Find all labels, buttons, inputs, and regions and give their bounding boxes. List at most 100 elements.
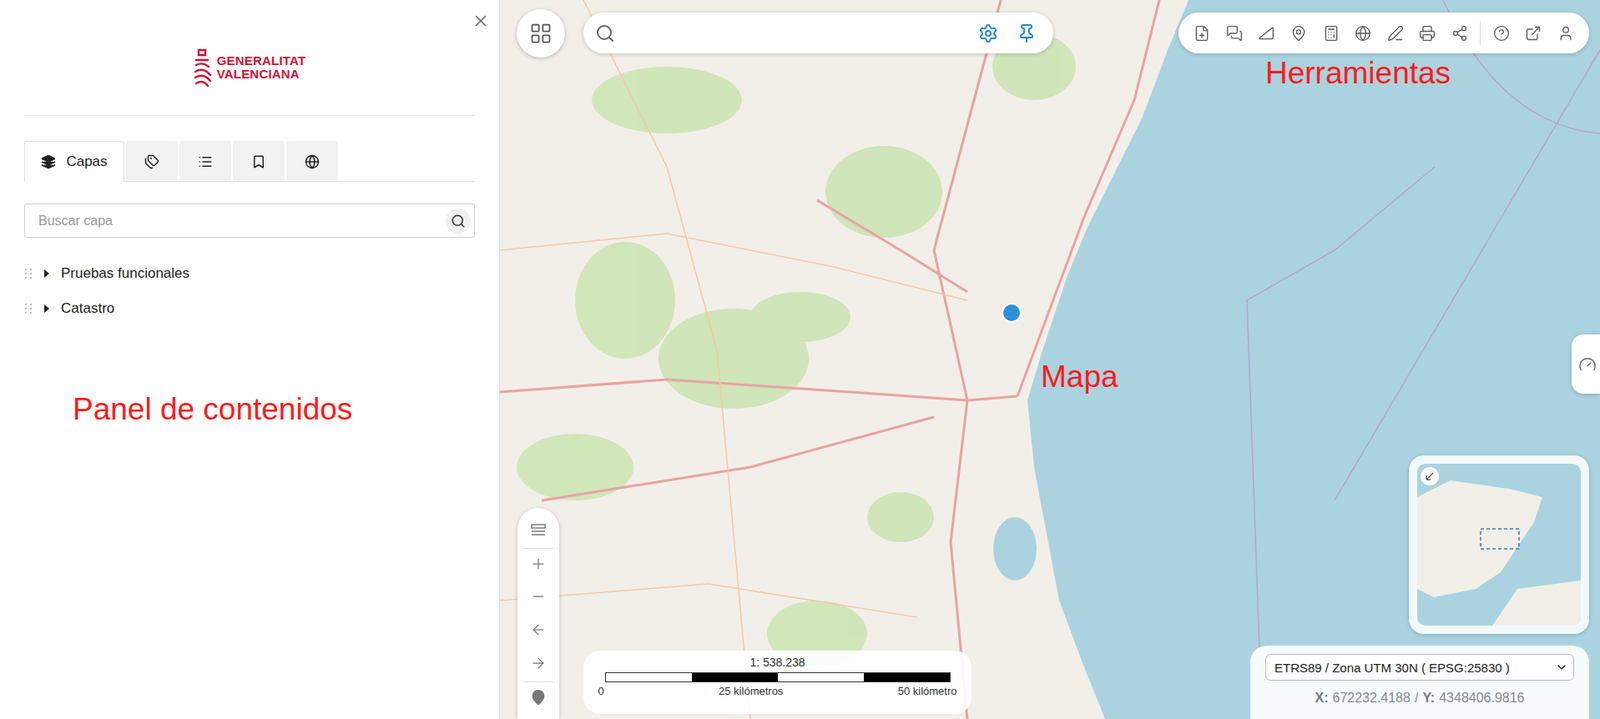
- comments-icon: [1226, 25, 1243, 42]
- search-icon: [595, 23, 616, 44]
- drag-handle-icon[interactable]: [24, 302, 33, 315]
- scale-track: [605, 672, 951, 683]
- printer-icon: [1418, 25, 1436, 42]
- help-icon: [1493, 25, 1510, 42]
- map[interactable]: HerramientasMapa1: 538.238025 kilómetros…: [499, 0, 1600, 719]
- add-file-icon: [1193, 25, 1211, 42]
- printer-button[interactable]: [1415, 18, 1440, 49]
- gauge-icon: [1578, 355, 1597, 374]
- layer-search-input[interactable]: [36, 212, 446, 230]
- zoom-out-icon: [529, 588, 547, 606]
- panel-header: [24, 0, 492, 32]
- globe-icon: [304, 154, 320, 170]
- expand-icon[interactable]: [44, 304, 50, 313]
- expand-icon[interactable]: [44, 269, 50, 278]
- tags-icon: [144, 154, 160, 170]
- user-button[interactable]: [1553, 18, 1578, 49]
- generalitat-logo-icon: [193, 46, 212, 89]
- logo-text: GENERALITATVALENCIANA: [217, 54, 307, 82]
- y-label: Y:: [1422, 691, 1435, 707]
- location-marker[interactable]: [1001, 302, 1022, 324]
- pin-button[interactable]: [1287, 18, 1312, 49]
- layers-icon: [40, 154, 56, 170]
- locate-button[interactable]: [523, 681, 554, 712]
- x-value: 672232.4188: [1332, 691, 1410, 707]
- projection-select[interactable]: ETRS89 / Zona UTM 30N ( EPSG:25830 ): [1265, 654, 1575, 682]
- search-settings-button[interactable]: [973, 18, 1004, 49]
- measure-icon: [1257, 25, 1275, 42]
- logo: GENERALITATVALENCIANA: [24, 31, 475, 117]
- layer-name: Pruebas funcionales: [60, 265, 190, 283]
- pin-icon: [1016, 23, 1037, 44]
- globe-icon: [1354, 25, 1372, 42]
- pen-button[interactable]: [1383, 18, 1409, 49]
- drag-handle-icon[interactable]: [24, 267, 33, 280]
- zoom-in-button[interactable]: [523, 548, 554, 579]
- layout-button[interactable]: [523, 514, 554, 546]
- panel-tab[interactable]: [232, 141, 285, 182]
- location-icon: [529, 689, 547, 707]
- map-search: [583, 12, 1054, 54]
- panel-tab[interactable]: [126, 141, 178, 182]
- zoom-in-icon: [529, 555, 547, 573]
- previous-view-button[interactable]: [523, 615, 554, 646]
- scale-segment: [777, 673, 864, 682]
- layer-tree: Pruebas funcionales Catastro: [24, 256, 475, 327]
- close-button[interactable]: [469, 10, 492, 32]
- panel-tabs: Capas: [24, 141, 475, 182]
- user-icon: [1557, 25, 1575, 42]
- scale-tick: 25 kilómetros: [718, 685, 783, 698]
- layout-icon: [529, 521, 547, 539]
- panel-tab[interactable]: [286, 141, 339, 182]
- overview-toggle[interactable]: [1420, 467, 1439, 486]
- map-viewer: GENERALITATVALENCIANA Capas Pruebas funcio…: [0, 0, 1600, 719]
- calculator-button[interactable]: [1318, 18, 1343, 49]
- coordinates: X:672232.4188/Y:4348406.9816: [1314, 691, 1525, 707]
- content-panel: GENERALITATVALENCIANA Capas Pruebas funcio…: [0, 0, 500, 719]
- chevron-down-icon: [1554, 661, 1569, 675]
- map-search-input[interactable]: [623, 25, 965, 42]
- add-file-button[interactable]: [1190, 18, 1215, 49]
- external-link-button[interactable]: [1521, 18, 1546, 49]
- side-panel-tab[interactable]: [1571, 334, 1600, 394]
- scale-ratio: 1: 538.238: [749, 656, 805, 670]
- layer-search: [24, 203, 475, 238]
- next-view-icon: [529, 655, 547, 672]
- share-icon: [1451, 25, 1469, 42]
- pin-button[interactable]: [1011, 18, 1042, 49]
- overview-map[interactable]: [1417, 464, 1581, 626]
- apps-button[interactable]: [516, 9, 566, 58]
- share-button[interactable]: [1448, 18, 1473, 49]
- comments-button[interactable]: [1222, 18, 1247, 49]
- list-icon: [197, 154, 213, 170]
- next-view-button[interactable]: [523, 648, 554, 679]
- overview-panel: [1408, 455, 1590, 635]
- scale-tick: 50 kilómetro: [898, 685, 958, 698]
- pin-icon: [1290, 25, 1308, 42]
- scale-bar: 1: 538.238025 kilómetros50 kilómetro: [583, 651, 972, 715]
- grid-icon: [529, 21, 553, 46]
- panel-tab[interactable]: Capas: [24, 141, 125, 182]
- tab-label: Capas: [65, 153, 107, 171]
- logo-line: GENERALITAT: [217, 54, 307, 69]
- scale-segment: [605, 673, 692, 682]
- navigation-bar: [517, 508, 560, 719]
- search-icon: [450, 213, 466, 229]
- layer-group[interactable]: Catastro: [24, 291, 475, 327]
- external-link-icon: [1524, 25, 1542, 42]
- measure-button[interactable]: [1254, 18, 1279, 49]
- search-button[interactable]: [445, 208, 471, 234]
- calculator-icon: [1322, 25, 1340, 42]
- globe-button[interactable]: [1351, 18, 1376, 49]
- help-button[interactable]: [1488, 18, 1514, 49]
- tools-annotation: Herramientas: [1265, 55, 1451, 92]
- zoom-out-button[interactable]: [523, 581, 554, 612]
- panel-annotation: Panel de contenidos: [72, 391, 475, 429]
- pen-icon: [1387, 25, 1404, 42]
- overview-frame: [1417, 464, 1581, 626]
- close-icon: [471, 11, 490, 31]
- x-label: X:: [1314, 691, 1328, 707]
- panel-tab[interactable]: [179, 141, 232, 182]
- layer-group[interactable]: Pruebas funcionales: [24, 256, 475, 292]
- scale-ticks: 025 kilómetros50 kilómetro: [598, 685, 958, 698]
